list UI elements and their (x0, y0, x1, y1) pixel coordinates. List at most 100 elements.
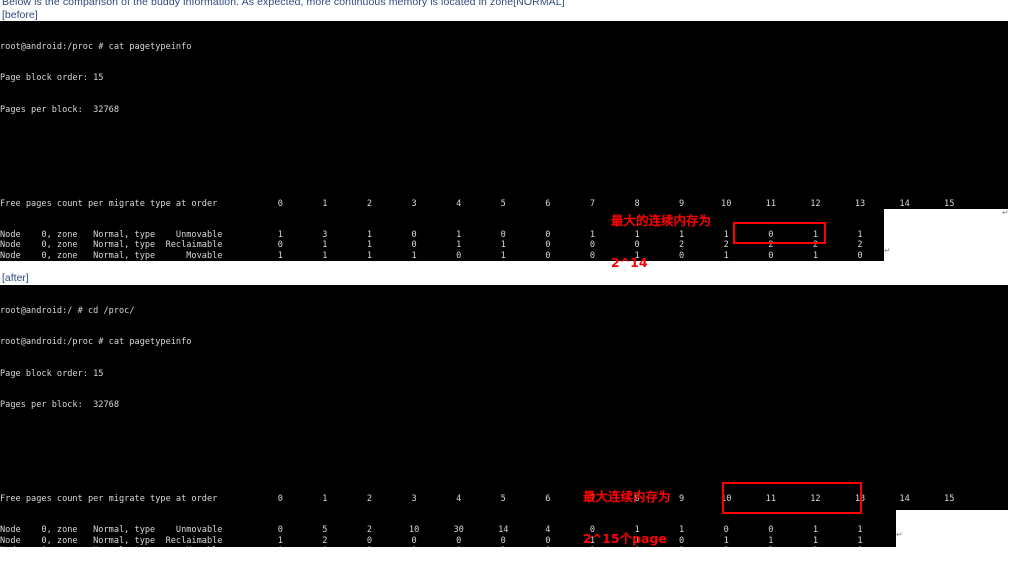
order-header-cell: 0 (277, 493, 283, 504)
table-cell: 4 (545, 525, 551, 536)
table-cell: 1 (857, 535, 863, 546)
table-row: Node 0, zone Normal, type Reclaimable 1 2 0… (0, 536, 1008, 546)
highlight-box-after (722, 482, 862, 514)
pilcrow-mark: ↵ (896, 530, 903, 539)
order-header-cell: 1 (322, 198, 328, 209)
order-header-cell: 5 (500, 493, 506, 504)
table-cell: 0 (456, 250, 462, 261)
table-cell: 0 (768, 250, 774, 261)
pagetypeinfo-header-row: Free pages count per migrate type at ord… (0, 199, 1008, 209)
annotation-before: 最大的连续内存为 2^14 (611, 186, 711, 298)
order-header-cell: 12 (810, 198, 821, 209)
order-header-cell: 2 (366, 198, 373, 209)
annotation-before-line2: 2^14 (611, 255, 648, 270)
table-cell: 1 (812, 250, 819, 261)
table-cell: 2 (793, 546, 838, 547)
table-cell: 5 (322, 525, 328, 536)
table-cell: 1 (366, 229, 373, 240)
terminal-before-notch-right (1008, 21, 1024, 261)
table-cell: 3 (322, 229, 328, 240)
table-cell: 0 (500, 229, 506, 240)
terminal-before: root@android:/proc # cat pagetypeinfo Pa… (0, 21, 1008, 261)
table-cell: 1 (366, 240, 373, 251)
row-label: Node 0, zone Normal, type Reclaimable (0, 240, 223, 251)
table-cell: 0 (526, 546, 571, 547)
table-cell: 1 (481, 546, 526, 547)
table-cell: 0 (258, 546, 303, 547)
table-cell: 2 (366, 525, 373, 536)
order-header-cell: 4 (456, 198, 462, 209)
table-cell: 0 (768, 525, 774, 536)
annotation-after-line2: 2^15个page (583, 531, 667, 546)
free-pages-header-label: Free pages count per migrate type at ord… (0, 493, 218, 504)
table-cell: 0 (456, 535, 462, 546)
table-cell: 0 (589, 240, 596, 251)
order-header-cell: 5 (500, 198, 506, 209)
order-header-cell: 15 (944, 198, 955, 209)
table-cell: 1 (838, 546, 883, 547)
pages-per-block-line: Pages per block: 32768 (0, 399, 119, 410)
pilcrow-mark: ↵ (884, 246, 891, 255)
table-cell: 0 (500, 535, 506, 546)
order-header-cell: 11 (765, 198, 776, 209)
table-cell: 0 (366, 535, 373, 546)
section-label-before: [before] (2, 9, 38, 21)
table-cell: 0 (545, 535, 551, 546)
table-cell: 1 (857, 525, 863, 536)
table-cell: 0 (857, 250, 863, 261)
table-cell: 2 (857, 240, 863, 251)
section-label-after: [after] (2, 272, 29, 284)
annotation-after: 最大连续内存为 2^15个page (583, 462, 671, 574)
row-label: Node 0, zone Normal, type Reclaimable (0, 535, 223, 546)
table-cell: 0 (277, 525, 283, 536)
table-cell: 0 (436, 546, 481, 547)
order-header-cell: 6 (545, 493, 551, 504)
prompt-line: root@android:/proc # cat pagetypeinfo (0, 337, 192, 348)
pagetypeinfo-rows-after: Node 0, zone Normal, type Unmovable 0 5 2 10… (0, 525, 1008, 547)
table-cell: 1 (322, 250, 328, 261)
table-cell: 1 (857, 229, 863, 240)
document-page: Below is the comparison of the buddy inf… (0, 0, 1024, 560)
page-block-order-line: Page block order: 15 (0, 368, 104, 379)
table-cell: 0 (545, 229, 551, 240)
table-row: Node 0, zone Normal, type Unmovable 0 5 2 10… (0, 525, 1008, 535)
table-cell: 0 (545, 240, 551, 251)
table-cell: 0 (303, 546, 348, 547)
order-header-cell: 7 (589, 198, 596, 209)
row-label: Node 0, zone Normal, type Unmovable (0, 525, 223, 536)
table-cell: 1 (366, 250, 373, 261)
order-header-cell: 6 (545, 198, 551, 209)
row-label: Node 0, zone Normal, type Movable (0, 250, 223, 261)
highlight-box-before (733, 222, 826, 244)
order-header-cell: 14 (899, 493, 910, 504)
prompt-line-cd: root@android:/ # cd /proc/ (0, 305, 135, 316)
table-cell: 0 (545, 250, 551, 261)
terminal-after-notch-right (1008, 285, 1024, 547)
table-row: Node 0, zone Normal, type Unmovable 1 3 1 0 1… (0, 230, 1008, 240)
table-cell: 0 (411, 229, 417, 240)
table-cell: 0 (277, 240, 283, 251)
order-header-cell: 0 (277, 198, 283, 209)
order-header-cell: 1 (322, 493, 328, 504)
table-cell: 1 (277, 535, 283, 546)
table-cell: 1 (812, 535, 819, 546)
table-cell: 30 (453, 525, 464, 536)
table-cell: 1 (277, 229, 283, 240)
table-cell: 1 (589, 229, 596, 240)
table-row: Node 0, zone Normal, type Movable0011010… (0, 546, 1008, 547)
table-cell: 10 (408, 525, 420, 536)
table-row: Node 0, zone Normal, type Reclaimable 0 1 1… (0, 240, 1008, 250)
table-cell: 2 (322, 535, 328, 546)
order-header-cell: 3 (411, 198, 417, 209)
pages-per-block-line: Pages per block: 32768 (0, 104, 119, 115)
page-block-order-line: Page block order: 15 (0, 73, 104, 84)
table-row: Node 0, zone Normal, type Movable 1 1 1 1 0 1 0… (0, 251, 1008, 261)
annotation-before-line1: 最大的连续内存为 (611, 213, 712, 228)
table-cell: 1 (456, 240, 462, 251)
order-header-cell: 2 (366, 493, 373, 504)
prompt-line: root@android:/proc # cat pagetypeinfo (0, 41, 192, 52)
table-cell: 2 (704, 546, 749, 547)
table-cell: 1 (277, 250, 283, 261)
